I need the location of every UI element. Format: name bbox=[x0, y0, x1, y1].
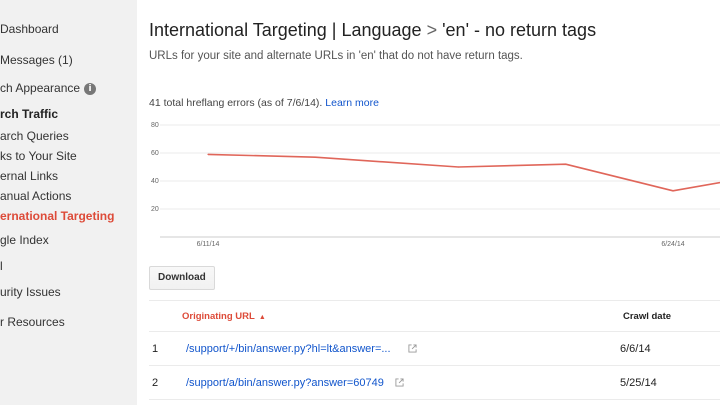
table-row: 1 /support/+/bin/answer.py?hl=lt&answer=… bbox=[149, 332, 720, 366]
data-point bbox=[457, 166, 459, 168]
data-point bbox=[207, 153, 209, 155]
sidebar-item-search-traffic[interactable]: rch Traffic bbox=[0, 107, 58, 121]
sidebar-item-crawl[interactable]: l bbox=[0, 259, 3, 273]
sidebar-item-internal-links[interactable]: ernal Links bbox=[0, 169, 58, 183]
y-tick-label: 60 bbox=[151, 150, 159, 157]
sidebar-item-messages[interactable]: Messages (1) bbox=[0, 53, 73, 67]
error-summary-text: 41 total hreflang errors (as of 7/6/14). bbox=[149, 97, 323, 109]
x-tick-label: 6/24/14 bbox=[661, 241, 684, 248]
row-url-link[interactable]: /support/a/bin/answer.py?answer=60749 bbox=[186, 377, 384, 389]
learn-more-link[interactable]: Learn more bbox=[325, 97, 379, 109]
page-title-tail: 'en' - no return tags bbox=[442, 20, 597, 40]
data-point bbox=[314, 156, 316, 158]
table-header: Originating URL ▲ Crawl date bbox=[149, 300, 720, 332]
errors-table: Originating URL ▲ Crawl date 1 /support/+… bbox=[149, 300, 720, 400]
y-tick-label: 20 bbox=[151, 206, 159, 213]
external-link-icon[interactable] bbox=[408, 344, 417, 353]
series-line bbox=[207, 153, 720, 192]
main-content: International Targeting | Language > 'en… bbox=[138, 0, 720, 405]
x-tick-label: 6/11/14 bbox=[197, 241, 220, 248]
sidebar-item-dashboard[interactable]: Dashboard bbox=[0, 22, 59, 36]
download-button[interactable]: Download bbox=[149, 266, 215, 290]
info-icon[interactable]: i bbox=[84, 83, 97, 95]
page-title-main: International Targeting | Language bbox=[149, 20, 422, 40]
row-number: 2 bbox=[152, 377, 159, 389]
sidebar-item-other-resources[interactable]: r Resources bbox=[0, 315, 65, 329]
table-row: 2 /support/a/bin/answer.py?answer=60749 … bbox=[149, 366, 720, 400]
page-title: International Targeting | Language > 'en… bbox=[149, 20, 596, 41]
sidebar-item-manual-actions[interactable]: anual Actions bbox=[0, 189, 71, 203]
external-link-icon[interactable] bbox=[395, 378, 404, 387]
sidebar-item-search-appearance[interactable]: ch Appearance i bbox=[0, 81, 97, 95]
sidebar-item-international-targeting[interactable]: ernational Targeting bbox=[0, 209, 114, 223]
page-subtitle: URLs for your site and alternate URLs in… bbox=[149, 50, 523, 62]
errors-line-chart: 80 60 40 20 6/11/14 6/24/14 bbox=[151, 122, 720, 248]
sort-ascending-icon: ▲ bbox=[258, 314, 266, 321]
row-crawl-date: 5/25/14 bbox=[620, 377, 657, 389]
y-tick-label: 40 bbox=[151, 178, 159, 185]
col-originating-url[interactable]: Originating URL ▲ bbox=[182, 311, 266, 322]
sidebar-item-google-index[interactable]: gle Index bbox=[0, 233, 49, 247]
row-number: 1 bbox=[152, 343, 159, 355]
error-summary: 41 total hreflang errors (as of 7/6/14).… bbox=[149, 97, 379, 109]
row-url-link[interactable]: /support/+/bin/answer.py?hl=lt&answer=..… bbox=[186, 343, 391, 355]
data-point bbox=[565, 163, 567, 165]
sidebar-item-security-issues[interactable]: urity Issues bbox=[0, 285, 61, 299]
col-crawl-date[interactable]: Crawl date bbox=[623, 311, 671, 322]
sidebar-item-links-to-your-site[interactable]: ks to Your Site bbox=[0, 149, 77, 163]
data-point bbox=[672, 190, 674, 192]
sidebar: Dashboard Messages (1) ch Appearance i rc… bbox=[0, 0, 137, 405]
sidebar-item-search-queries[interactable]: arch Queries bbox=[0, 129, 69, 143]
page-title-separator: > bbox=[426, 20, 438, 40]
y-tick-label: 80 bbox=[151, 122, 159, 129]
row-crawl-date: 6/6/14 bbox=[620, 343, 651, 355]
